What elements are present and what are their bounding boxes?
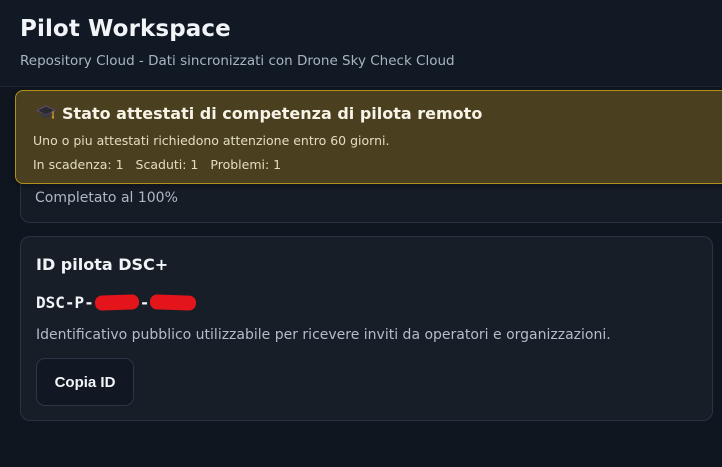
- expired-count: Scaduti: 1: [135, 157, 199, 172]
- pilot-id-title: ID pilota DSC+: [36, 255, 169, 274]
- page-subtitle: Repository Cloud - Dati sincronizzati co…: [20, 53, 455, 69]
- pilot-id-prefix: DSC-P-: [36, 293, 94, 312]
- redaction-mark: [150, 294, 197, 311]
- alert-counts: In scadenza: 1 Scaduti: 1 Problemi: 1: [33, 157, 281, 172]
- competency-alert-banner: Stato attestati di competenza di pilota …: [15, 90, 722, 184]
- pilot-id-value: DSC-P- -: [36, 293, 197, 312]
- completion-status-text: Completato al 100%: [35, 190, 178, 206]
- page-title: Pilot Workspace: [20, 16, 231, 42]
- pilot-id-card: ID pilota DSC+ DSC-P- - Identificativo p…: [20, 236, 713, 421]
- app-header: Pilot Workspace Repository Cloud - Dati …: [0, 0, 722, 87]
- redaction-mark: [94, 294, 140, 311]
- alert-title-row: Stato attestati di competenza di pilota …: [36, 103, 482, 123]
- pilot-id-description: Identificativo pubblico utilizzabile per…: [36, 327, 611, 343]
- expiring-count: In scadenza: 1: [33, 157, 124, 172]
- alert-title: Stato attestati di competenza di pilota …: [62, 103, 483, 123]
- graduation-cap-icon: [36, 103, 56, 123]
- pilot-id-separator: -: [139, 293, 150, 312]
- alert-message: Uno o piu attestati richiedono attenzion…: [33, 133, 390, 148]
- problems-count: Problemi: 1: [210, 157, 282, 172]
- copy-id-button[interactable]: Copia ID: [36, 358, 134, 406]
